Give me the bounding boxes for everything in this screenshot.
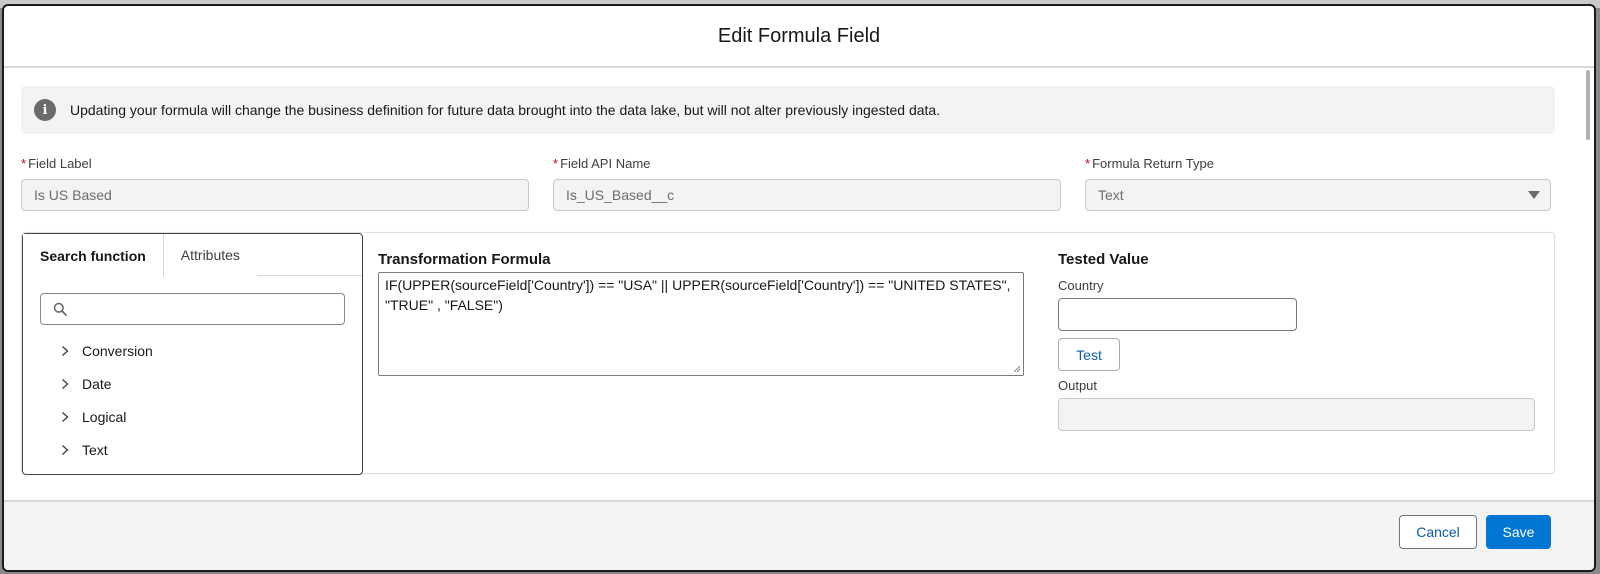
required-marker: * bbox=[1085, 156, 1091, 171]
formula-editor-panel: Search function Attributes Conversion Da… bbox=[21, 232, 1555, 475]
formula-title: Transformation Formula bbox=[378, 251, 551, 268]
tree-item-logical[interactable]: Logical bbox=[59, 400, 153, 433]
output-label: Output bbox=[1058, 378, 1098, 393]
modal-title: Edit Formula Field bbox=[717, 24, 881, 47]
tree-item-label: Text bbox=[82, 441, 108, 458]
tree-item-conversion[interactable]: Conversion bbox=[59, 334, 153, 367]
function-panel: Search function Attributes Conversion Da… bbox=[22, 233, 363, 475]
search-icon bbox=[53, 302, 67, 316]
function-search-input[interactable] bbox=[40, 293, 345, 325]
field-label-group: * Field Label Is US Based bbox=[21, 156, 529, 211]
tested-value-section: Tested Value Country Test Output bbox=[1058, 251, 1535, 431]
chevron-right-icon bbox=[62, 345, 69, 356]
modal-footer: Cancel Save bbox=[4, 500, 1594, 570]
chevron-right-icon bbox=[62, 411, 69, 422]
output-field bbox=[1058, 398, 1535, 431]
function-category-tree: Conversion Date Logical Text bbox=[59, 334, 153, 466]
country-label: Country bbox=[1058, 278, 1104, 293]
return-type-caption: * Formula Return Type bbox=[1085, 156, 1214, 171]
formula-section: Transformation Formula IF(UPPER(sourceFi… bbox=[378, 251, 1024, 376]
formula-textarea[interactable]: IF(UPPER(sourceField['Country']) == "USA… bbox=[378, 272, 1024, 376]
caret-down-icon bbox=[1528, 191, 1540, 199]
chevron-right-icon bbox=[62, 444, 69, 455]
tree-item-label: Date bbox=[82, 375, 112, 392]
tab-attributes[interactable]: Attributes bbox=[163, 234, 257, 276]
info-icon: i bbox=[34, 99, 56, 121]
save-button[interactable]: Save bbox=[1486, 515, 1551, 549]
formula-text: IF(UPPER(sourceField['Country']) == "USA… bbox=[385, 277, 1011, 313]
function-tabs: Search function Attributes bbox=[23, 234, 362, 277]
info-text: Updating your formula will change the bu… bbox=[70, 102, 941, 118]
field-api-name-group: * Field API Name Is_US_Based__c bbox=[553, 156, 1061, 211]
chevron-right-icon bbox=[62, 378, 69, 389]
resize-grip-icon[interactable] bbox=[1013, 365, 1021, 373]
field-api-name-caption: * Field API Name bbox=[553, 156, 651, 171]
edit-formula-modal: Edit Formula Field i Updating your formu… bbox=[2, 4, 1596, 572]
tree-item-label: Conversion bbox=[82, 342, 153, 359]
info-banner: i Updating your formula will change the … bbox=[21, 86, 1555, 134]
tested-value-title: Tested Value bbox=[1058, 251, 1149, 268]
modal-scrollbar[interactable] bbox=[1586, 70, 1590, 140]
cancel-button[interactable]: Cancel bbox=[1399, 515, 1477, 549]
required-marker: * bbox=[21, 156, 27, 171]
field-api-name-input[interactable]: Is_US_Based__c bbox=[553, 179, 1061, 211]
return-type-value: Text bbox=[1098, 187, 1124, 203]
tree-item-date[interactable]: Date bbox=[59, 367, 153, 400]
tree-item-label: Logical bbox=[82, 408, 127, 425]
tab-search-function[interactable]: Search function bbox=[23, 234, 164, 277]
modal-header: Edit Formula Field bbox=[4, 6, 1594, 68]
required-marker: * bbox=[553, 156, 559, 171]
tree-item-text[interactable]: Text bbox=[59, 433, 153, 466]
modal-body: i Updating your formula will change the … bbox=[4, 68, 1594, 500]
test-button[interactable]: Test bbox=[1058, 338, 1120, 371]
field-label-caption: * Field Label bbox=[21, 156, 92, 171]
field-label-input[interactable]: Is US Based bbox=[21, 179, 529, 211]
return-type-group: * Formula Return Type Text bbox=[1085, 156, 1551, 211]
country-input[interactable] bbox=[1058, 298, 1297, 331]
return-type-select[interactable]: Text bbox=[1085, 179, 1551, 211]
